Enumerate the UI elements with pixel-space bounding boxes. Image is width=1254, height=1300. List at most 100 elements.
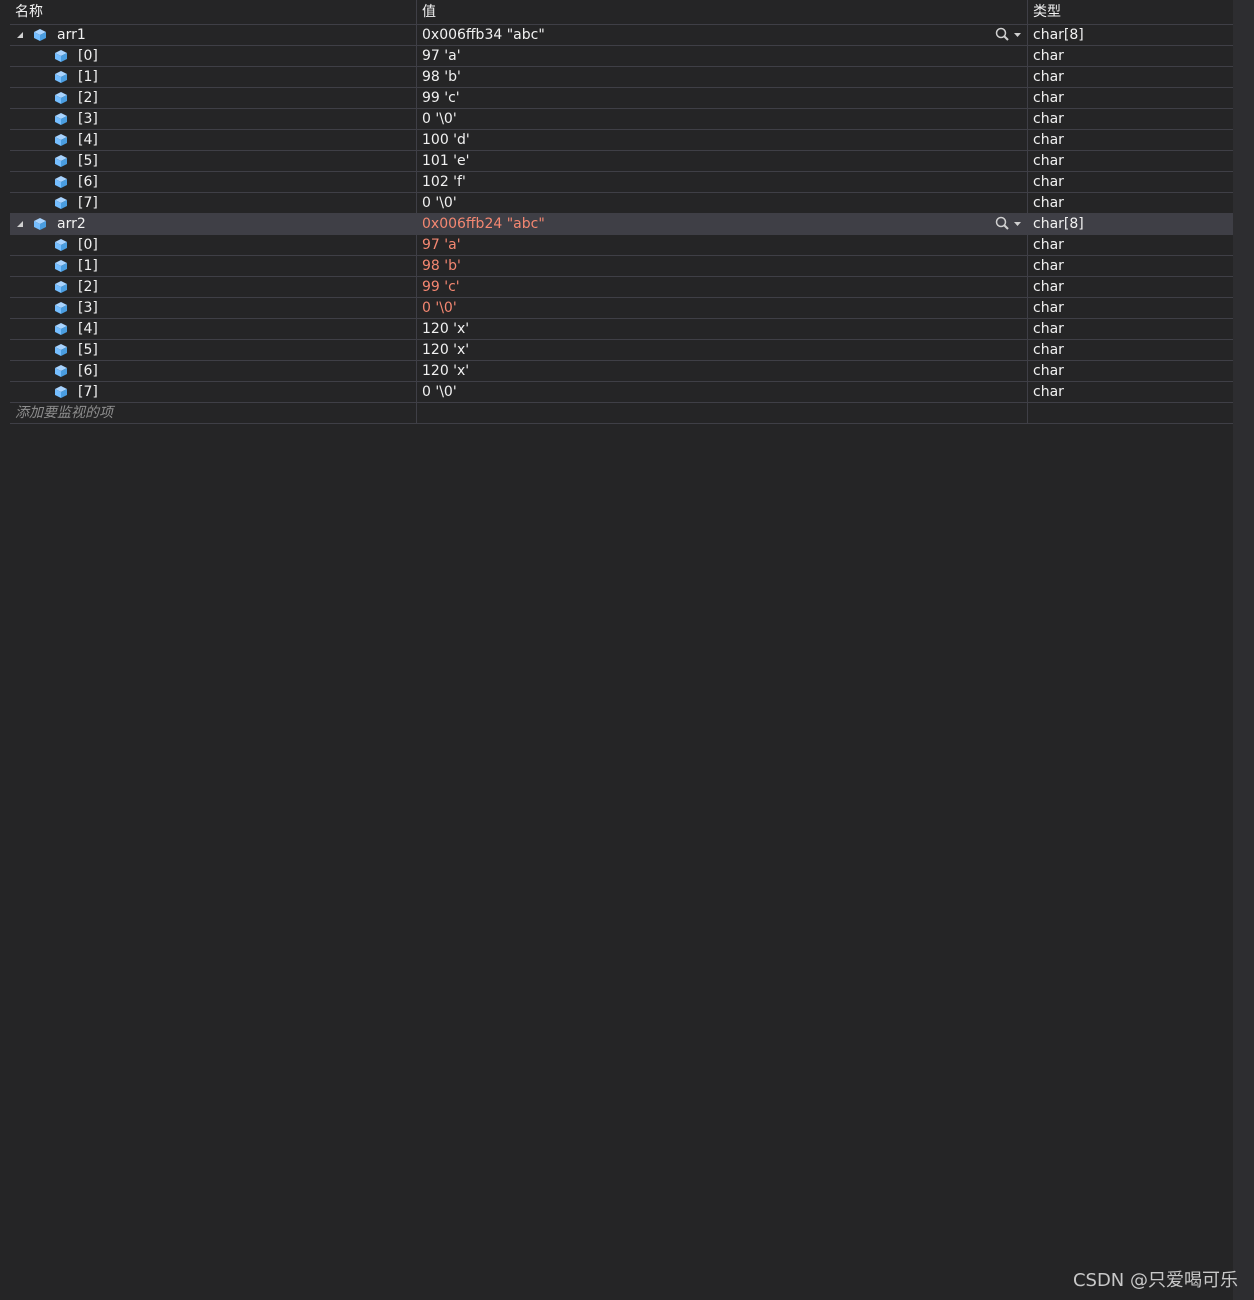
visualizer-magnifier-icon[interactable] <box>993 26 1023 44</box>
scrollbar-track[interactable] <box>1233 0 1254 1300</box>
element-type: char <box>1033 279 1064 295</box>
watch-row-arr2-7[interactable]: [7] 0 '\0' char <box>10 382 1233 403</box>
element-index: [0] <box>78 48 98 64</box>
element-type: char <box>1033 321 1064 337</box>
watch-row-arr1[interactable]: arr1 0x006ffb34 "abc" char[8] <box>10 25 1233 46</box>
element-type: char <box>1033 342 1064 358</box>
element-index: [3] <box>78 111 98 127</box>
element-value[interactable]: 0 '\0' <box>422 300 457 316</box>
variable-name: arr2 <box>57 216 86 232</box>
element-type: char <box>1033 153 1064 169</box>
watch-row-arr1-1[interactable]: [1] 98 'b' char <box>10 67 1233 88</box>
variable-cube-icon <box>55 197 67 209</box>
element-value[interactable]: 0 '\0' <box>422 111 457 127</box>
variable-cube-icon <box>55 155 67 167</box>
element-index: [4] <box>78 132 98 148</box>
variable-cube-icon <box>55 344 67 356</box>
variable-cube-icon <box>55 176 67 188</box>
element-index: [6] <box>78 174 98 190</box>
watch-row-arr1-2[interactable]: [2] 99 'c' char <box>10 88 1233 109</box>
watch-row-arr1-0[interactable]: [0] 97 'a' char <box>10 46 1233 67</box>
watch-row-arr1-3[interactable]: [3] 0 '\0' char <box>10 109 1233 130</box>
watch-row-arr2-4[interactable]: [4] 120 'x' char <box>10 319 1233 340</box>
variable-value[interactable]: 0x006ffb24 "abc" <box>422 216 545 232</box>
element-type: char <box>1033 195 1064 211</box>
element-index: [2] <box>78 90 98 106</box>
element-value[interactable]: 98 'b' <box>422 258 461 274</box>
variable-cube-icon <box>34 218 46 230</box>
element-type: char <box>1033 237 1064 253</box>
variable-name: arr1 <box>57 27 86 43</box>
element-type: char <box>1033 132 1064 148</box>
element-index: [1] <box>78 69 98 85</box>
column-header-value[interactable]: 值 <box>417 0 1028 24</box>
watch-row-arr2-2[interactable]: [2] 99 'c' char <box>10 277 1233 298</box>
collapse-triangle-icon[interactable] <box>17 221 23 227</box>
element-index: [7] <box>78 195 98 211</box>
element-value[interactable]: 0 '\0' <box>422 195 457 211</box>
element-value[interactable]: 97 'a' <box>422 237 461 253</box>
element-index: [7] <box>78 384 98 400</box>
add-watch-input[interactable]: 添加要监视的项 <box>10 403 417 423</box>
element-value[interactable]: 99 'c' <box>422 90 460 106</box>
element-type: char <box>1033 363 1064 379</box>
element-index: [4] <box>78 321 98 337</box>
element-type: char <box>1033 174 1064 190</box>
watch-row-arr2-3[interactable]: [3] 0 '\0' char <box>10 298 1233 319</box>
element-type: char <box>1033 258 1064 274</box>
variable-cube-icon <box>34 29 46 41</box>
variable-cube-icon <box>55 239 67 251</box>
element-index: [5] <box>78 153 98 169</box>
element-value[interactable]: 101 'e' <box>422 153 469 169</box>
collapse-triangle-icon[interactable] <box>17 32 23 38</box>
element-value[interactable]: 98 'b' <box>422 69 461 85</box>
element-index: [6] <box>78 363 98 379</box>
column-header-type[interactable]: 类型 <box>1028 0 1233 24</box>
watch-row-arr2-1[interactable]: [1] 98 'b' char <box>10 256 1233 277</box>
element-index: [0] <box>78 237 98 253</box>
variable-cube-icon <box>55 260 67 272</box>
variable-cube-icon <box>55 113 67 125</box>
element-type: char <box>1033 384 1064 400</box>
watch-row-arr1-4[interactable]: [4] 100 'd' char <box>10 130 1233 151</box>
watch-row-arr1-7[interactable]: [7] 0 '\0' char <box>10 193 1233 214</box>
variable-value[interactable]: 0x006ffb34 "abc" <box>422 27 545 43</box>
element-value[interactable]: 120 'x' <box>422 321 469 337</box>
visualizer-magnifier-icon[interactable] <box>993 215 1023 233</box>
watch-row-arr2-0[interactable]: [0] 97 'a' char <box>10 235 1233 256</box>
element-value[interactable]: 120 'x' <box>422 363 469 379</box>
column-header: 名称 值 类型 <box>10 0 1233 25</box>
variable-cube-icon <box>55 50 67 62</box>
watch-row-arr2-5[interactable]: [5] 120 'x' char <box>10 340 1233 361</box>
vertical-scrollbar[interactable] <box>1233 0 1254 1300</box>
variable-cube-icon <box>55 302 67 314</box>
element-type: char <box>1033 111 1064 127</box>
element-type: char <box>1033 300 1064 316</box>
variable-cube-icon <box>55 323 67 335</box>
watch-row-arr2-6[interactable]: [6] 120 'x' char <box>10 361 1233 382</box>
element-value[interactable]: 102 'f' <box>422 174 466 190</box>
element-value[interactable]: 97 'a' <box>422 48 461 64</box>
variable-cube-icon <box>55 71 67 83</box>
element-index: [5] <box>78 342 98 358</box>
variable-type: char[8] <box>1033 27 1084 43</box>
element-value[interactable]: 120 'x' <box>422 342 469 358</box>
variable-type: char[8] <box>1033 216 1084 232</box>
element-value[interactable]: 99 'c' <box>422 279 460 295</box>
element-type: char <box>1033 48 1064 64</box>
variable-cube-icon <box>55 281 67 293</box>
watermark: CSDN @只爱喝可乐 <box>1072 1270 1238 1291</box>
element-type: char <box>1033 90 1064 106</box>
element-index: [2] <box>78 279 98 295</box>
watch-row-arr1-5[interactable]: [5] 101 'e' char <box>10 151 1233 172</box>
watch-row-arr2[interactable]: arr2 0x006ffb24 "abc" char[8] <box>10 214 1233 235</box>
column-header-name[interactable]: 名称 <box>10 0 417 24</box>
element-value[interactable]: 0 '\0' <box>422 384 457 400</box>
variable-cube-icon <box>55 134 67 146</box>
watch-window: 名称 值 类型 arr1 0x006ffb34 "abc" char[8] [0… <box>10 0 1233 424</box>
variable-cube-icon <box>55 386 67 398</box>
add-watch-row[interactable]: 添加要监视的项 <box>10 403 1233 424</box>
element-index: [3] <box>78 300 98 316</box>
watch-row-arr1-6[interactable]: [6] 102 'f' char <box>10 172 1233 193</box>
element-value[interactable]: 100 'd' <box>422 132 470 148</box>
